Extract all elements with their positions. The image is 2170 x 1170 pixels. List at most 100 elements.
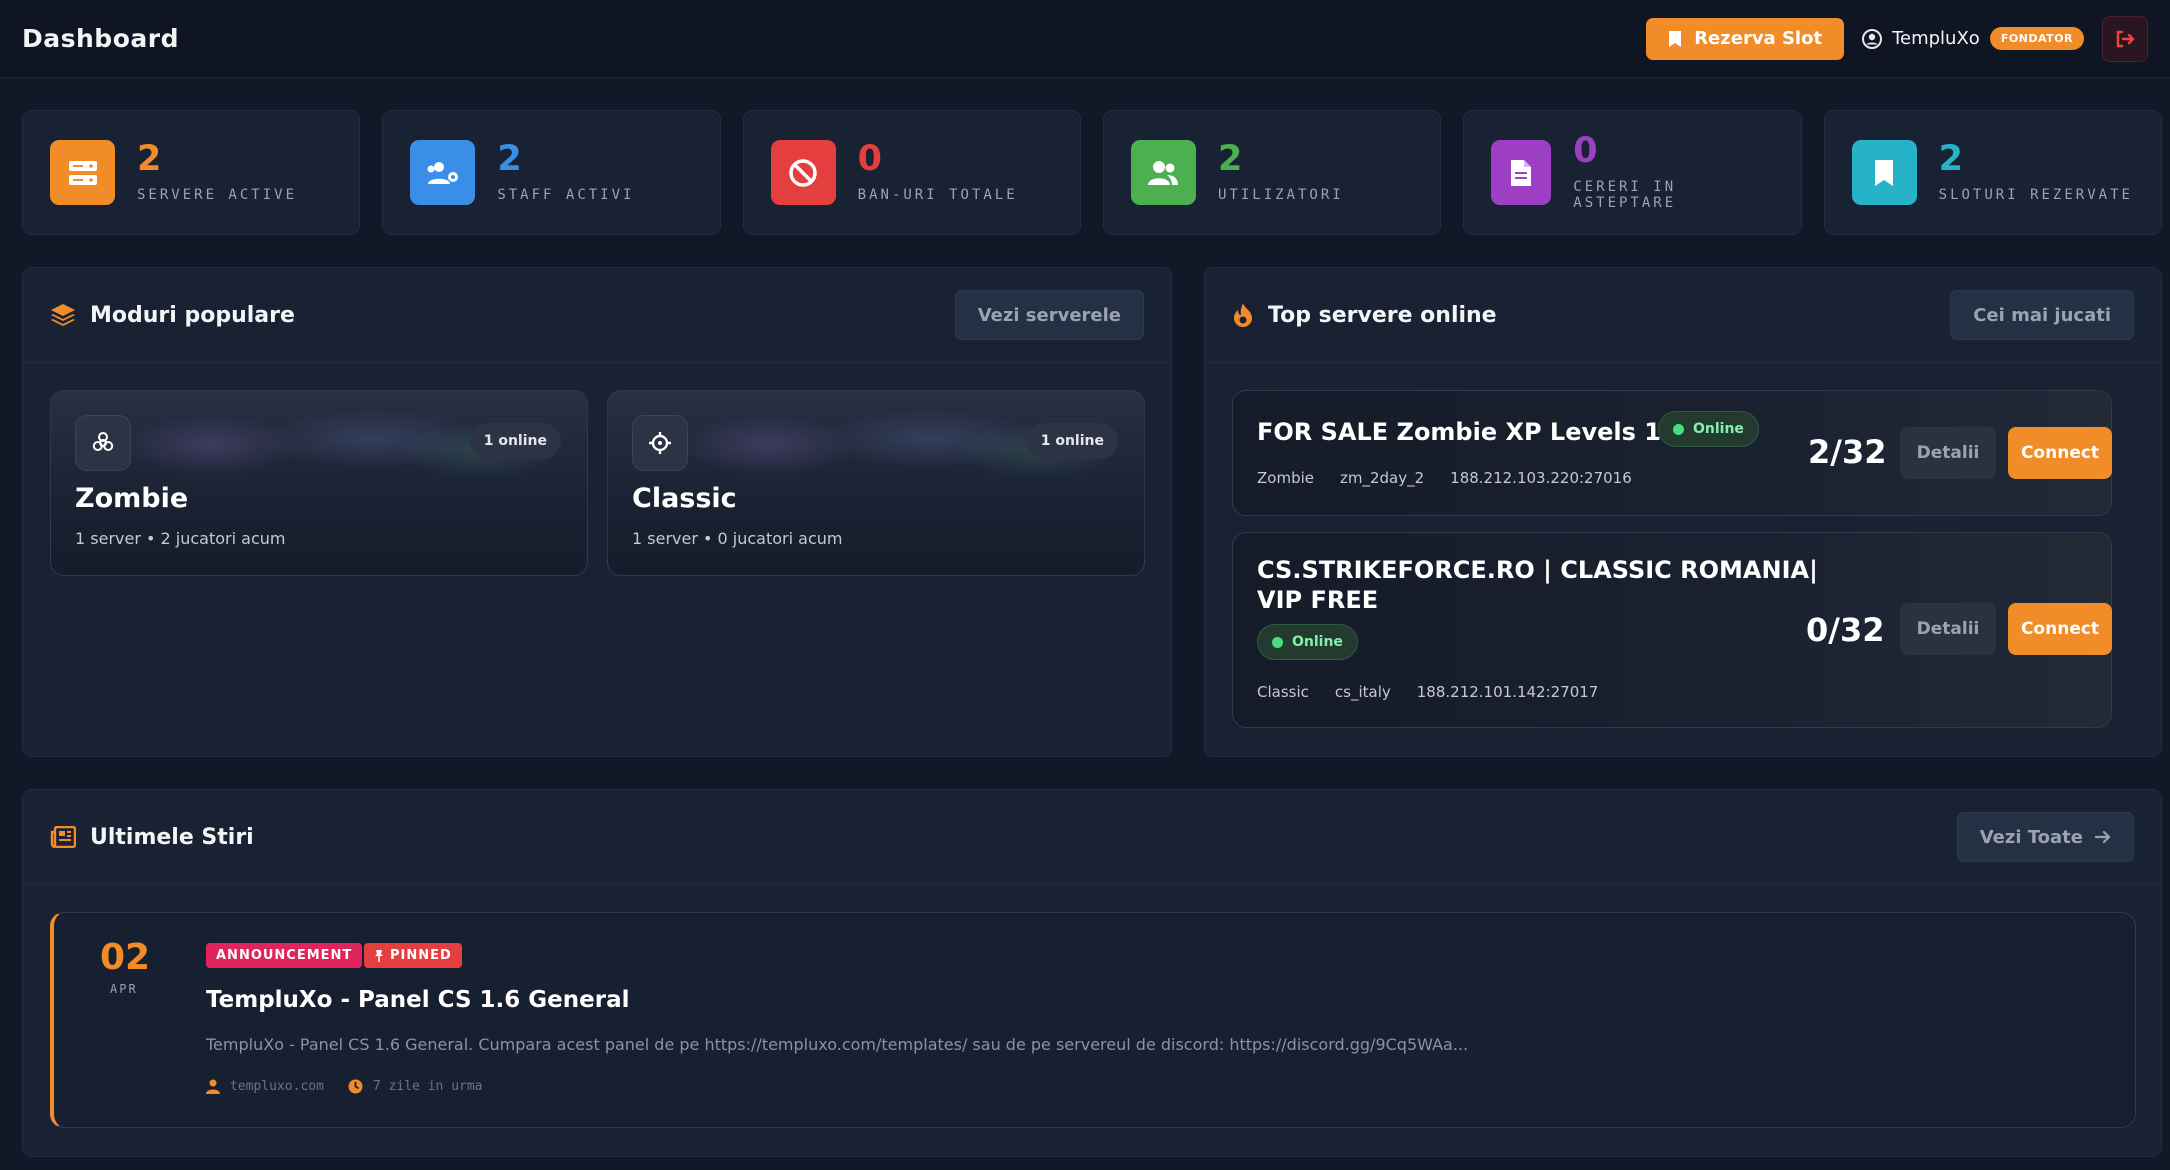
status-label: Online — [1693, 421, 1744, 437]
stat-label: UTILIZATORI — [1217, 187, 1344, 203]
stat-card-servers: 2 SERVERE ACTIVE — [22, 110, 361, 235]
stats-row: 2 SERVERE ACTIVE 2 STAFF ACTIVI 0 BAN-UR… — [22, 110, 2162, 235]
view-all-label: Vezi Toate — [1979, 826, 2083, 848]
stat-card-bans: 0 BAN-URI TOTALE — [742, 110, 1081, 235]
stat-card-staff: 2 STAFF ACTIVI — [382, 110, 721, 235]
panel-title: Ultimele Stiri — [90, 824, 254, 850]
news-day: 02 — [100, 937, 151, 978]
status-badge: Online — [1658, 411, 1759, 447]
news-time: 7 zile in urma — [372, 1079, 483, 1094]
bookmark-icon — [1851, 140, 1917, 205]
mode-card-classic[interactable]: 1 online Classic 1 server • 0 jucatori a… — [607, 390, 1145, 576]
stat-value: 2 — [137, 139, 162, 179]
status-dot — [1673, 423, 1684, 435]
tag-label: ANNOUNCEMENT — [216, 948, 353, 963]
server-mode: Zombie — [1257, 469, 1314, 487]
logout-button[interactable] — [2102, 15, 2148, 62]
server-name-line: VIP FREE — [1257, 586, 1379, 614]
server-mode: Classic — [1257, 683, 1309, 701]
crosshair-icon — [632, 415, 688, 471]
mode-summary: 1 server • 0 jucatori acum — [632, 529, 843, 548]
server-name: FOR SALE Zombie XP Levels 100 — [1257, 418, 1695, 446]
stat-label: SERVERE ACTIVE — [137, 187, 298, 203]
tag-announcement: ANNOUNCEMENT — [206, 943, 363, 968]
server-card: CS.STRIKEFORCE.RO | CLASSIC ROMANIA| VIP… — [1232, 532, 2112, 728]
panel-title: Top servere online — [1268, 302, 1497, 328]
server-meta: Classic cs_italy 188.212.101.142:27017 — [1257, 683, 1598, 701]
stat-value: 0 — [1573, 131, 1598, 171]
bookmark-icon — [1669, 30, 1682, 47]
user-icon — [206, 1079, 220, 1094]
server-ip: 188.212.101.142:27017 — [1416, 683, 1599, 701]
status-label: Online — [1292, 634, 1343, 650]
page-title: Dashboard — [22, 24, 179, 53]
mode-card-zombie[interactable]: 1 online Zombie 1 server • 2 jucatori ac… — [50, 390, 588, 576]
stat-value: 0 — [857, 139, 883, 179]
details-button[interactable]: Detalii — [1900, 603, 1996, 655]
stat-card-users: 2 UTILIZATORI — [1102, 110, 1442, 235]
connect-button[interactable]: Connect — [2008, 603, 2112, 655]
news-meta: templuxo.com 7 zile in urma — [206, 1079, 483, 1094]
connect-button[interactable]: Connect — [2008, 427, 2112, 479]
news-excerpt: TempluXo - Panel CS 1.6 General. Cumpara… — [206, 1035, 1469, 1054]
ban-icon — [770, 140, 836, 205]
server-icon — [50, 140, 115, 205]
server-card: FOR SALE Zombie XP Levels 100 Online Zom… — [1232, 390, 2112, 516]
server-map: zm_2day_2 — [1339, 469, 1425, 487]
biohazard-icon — [75, 415, 131, 471]
view-all-news-button[interactable]: Vezi Toate — [1956, 812, 2134, 862]
server-ip: 188.212.103.220:27016 — [1450, 469, 1632, 487]
stat-label: CERERI IN ASTEPTARE — [1573, 179, 1677, 211]
reserve-slot-button[interactable]: Rezerva Slot — [1646, 17, 1845, 60]
user-menu[interactable]: TempluXo FONDATOR — [1862, 27, 2084, 50]
mode-online-badge: 1 online — [1026, 423, 1118, 459]
users-icon — [1130, 140, 1196, 205]
server-meta: Zombie zm_2day_2 188.212.103.220:27016 — [1257, 469, 1632, 487]
document-icon — [1491, 140, 1552, 205]
stat-card-requests: 0 CERERI IN ASTEPTARE — [1463, 110, 1802, 235]
newspaper-icon — [50, 826, 76, 848]
user-name: TempluXo — [1892, 28, 1980, 49]
arrow-right-icon — [2095, 830, 2111, 844]
mode-online-badge: 1 online — [469, 423, 561, 459]
tag-label: PINNED — [390, 948, 452, 963]
details-button[interactable]: Detalii — [1900, 427, 1996, 479]
server-name-line: CS.STRIKEFORCE.RO | CLASSIC ROMANIA| — [1257, 556, 1818, 584]
status-dot — [1272, 636, 1283, 648]
tag-pinned: PINNED — [364, 943, 462, 968]
server-map: cs_italy — [1334, 683, 1391, 701]
users-cog-icon — [410, 140, 476, 205]
news-title: TempluXo - Panel CS 1.6 General — [206, 987, 630, 1013]
stat-value: 2 — [1217, 139, 1243, 179]
stat-label: SLOTURI REZERVATE — [1938, 187, 2133, 203]
stat-label: STAFF ACTIVI — [497, 187, 635, 203]
player-count: 2/32 — [1808, 433, 1887, 471]
reserve-slot-label: Rezerva Slot — [1694, 28, 1823, 49]
most-played-button[interactable]: Cei mai jucati — [1950, 290, 2134, 340]
pin-icon — [375, 950, 383, 962]
stat-card-reserved-slots: 2 SLOTURI REZERVATE — [1823, 110, 2162, 235]
top-servers-panel: Top servere online Cei mai jucati FOR SA… — [1204, 267, 2162, 757]
user-circle-icon — [1862, 28, 1883, 49]
mode-summary: 1 server • 2 jucatori acum — [75, 529, 286, 548]
mode-name: Classic — [632, 483, 737, 514]
popular-modes-panel: Moduri populare Vezi serverele 1 online … — [22, 267, 1172, 757]
status-badge: Online — [1257, 624, 1358, 660]
panel-title: Moduri populare — [90, 302, 295, 328]
top-bar: Dashboard Rezerva Slot TempluXo FONDATOR — [0, 0, 2170, 78]
server-name: CS.STRIKEFORCE.RO | CLASSIC ROMANIA| VIP… — [1257, 555, 1818, 615]
role-badge: FONDATOR — [1989, 27, 2084, 50]
stat-label: BAN-URI TOTALE — [857, 187, 1018, 203]
stat-value: 2 — [1938, 139, 1963, 179]
stat-value: 2 — [497, 139, 522, 179]
player-count: 0/32 — [1806, 611, 1885, 649]
mode-name: Zombie — [75, 483, 189, 514]
view-servers-button[interactable]: Vezi serverele — [954, 290, 1144, 340]
news-month: APR — [110, 982, 138, 996]
layers-icon — [51, 304, 75, 326]
clock-icon — [348, 1079, 363, 1094]
logout-icon — [2116, 30, 2135, 47]
fire-icon — [1234, 303, 1252, 327]
news-panel: Ultimele Stiri Vezi Toate 02 APR ANNOUNC… — [22, 789, 2162, 1157]
news-item[interactable]: 02 APR ANNOUNCEMENT PINNED TempluXo - Pa… — [50, 912, 2136, 1128]
